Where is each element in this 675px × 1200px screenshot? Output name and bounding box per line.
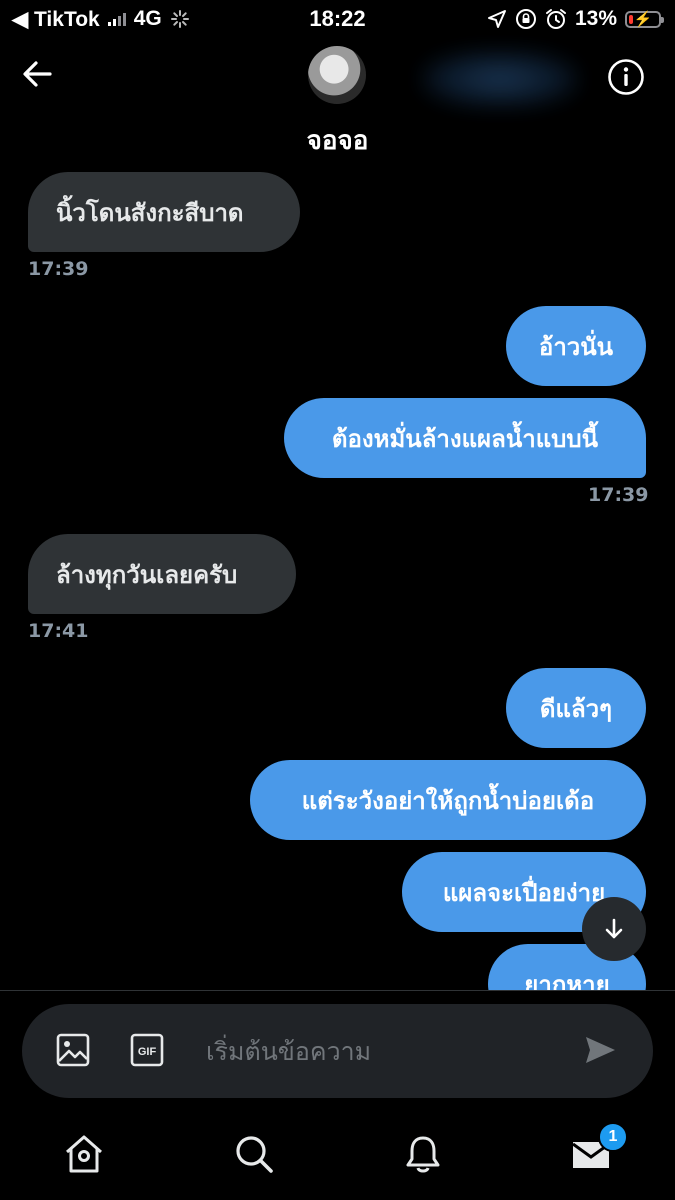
location-arrow-icon	[487, 10, 506, 28]
notifications-bell-icon[interactable]	[401, 1132, 445, 1176]
message-text: นิ้วโดนสังกะสีบาด	[56, 198, 244, 227]
message-text: ดีแล้วๆ	[539, 694, 613, 723]
alarm-icon	[545, 9, 566, 29]
status-right: 13% ⚡	[487, 7, 664, 31]
message-text: ต้องหมั่นล้างแผลน้ำแบบนี้	[331, 424, 599, 453]
back-to-app-link[interactable]: ◀ TikTok	[12, 7, 100, 32]
gif-icon[interactable]: GIF	[128, 1031, 166, 1069]
message-bubble-outgoing[interactable]: แต่ระวังอย่าให้ถูกน้ำบ่อยเด้อ	[250, 760, 646, 840]
cellular-signal-icon	[107, 12, 126, 26]
message-timestamp: 17:39	[28, 258, 89, 280]
status-bar: ◀ TikTok 4G 18:22 13% ⚡	[0, 0, 675, 38]
scroll-to-bottom-button[interactable]	[582, 897, 646, 961]
messages-unread-badge: 1	[598, 1122, 628, 1152]
bottom-navigation: 1	[0, 1108, 675, 1200]
battery-percent: 13%	[574, 7, 617, 30]
message-bubble-outgoing[interactable]: ต้องหมั่นล้างแผลน้ำแบบนี้	[284, 398, 646, 478]
message-timestamp: 17:41	[28, 620, 89, 642]
message-text: แต่ระวังอย่าให้ถูกน้ำบ่อยเด้อ	[301, 786, 595, 815]
loading-spinner-icon	[170, 10, 189, 28]
search-icon[interactable]	[232, 1132, 276, 1176]
composer-divider	[0, 990, 675, 991]
message-list[interactable]: นิ้วโดนสังกะสีบาด 17:39 อ้าวนั่น ต้องหมั…	[0, 162, 675, 990]
message-text: ยากหาย	[524, 970, 610, 991]
home-icon[interactable]	[62, 1132, 106, 1176]
message-bubble-incoming[interactable]: นิ้วโดนสังกะสีบาด	[28, 172, 300, 252]
arrow-down-icon	[605, 918, 623, 939]
message-bubble-outgoing[interactable]: ดีแล้วๆ	[506, 668, 646, 748]
battery-icon: ⚡	[625, 10, 664, 28]
message-composer: GIF	[22, 1004, 653, 1098]
charging-bolt-icon: ⚡	[633, 10, 653, 28]
back-arrow-icon[interactable]	[18, 54, 58, 94]
message-bubble-outgoing[interactable]: อ้าวนั่น	[506, 306, 646, 386]
gif-label: GIF	[138, 1046, 157, 1058]
message-text: แผลจะเปื่อยง่าย	[442, 878, 606, 907]
message-input[interactable]	[206, 1024, 566, 1078]
conversation-header: จอจอ	[0, 38, 675, 162]
image-icon[interactable]	[54, 1031, 92, 1069]
blurred-region	[420, 50, 580, 108]
info-icon[interactable]	[607, 58, 645, 96]
message-bubble-incoming[interactable]: ล้างทุกวันเลยครับ	[28, 534, 296, 614]
contact-name[interactable]: จอจอ	[0, 120, 675, 161]
message-text: ล้างทุกวันเลยครับ	[56, 560, 238, 589]
network-type: 4G	[133, 7, 162, 30]
status-time: 18:22	[309, 6, 366, 31]
orientation-lock-icon	[515, 9, 536, 29]
contact-avatar[interactable]	[308, 46, 366, 104]
send-icon[interactable]	[582, 1032, 618, 1068]
message-text: อ้าวนั่น	[538, 332, 614, 361]
message-timestamp: 17:39	[588, 484, 649, 506]
status-left: ◀ TikTok 4G	[12, 7, 190, 32]
dm-conversation-screen: ◀ TikTok 4G 18:22 13% ⚡ จอจอ นิ้วโดนสังก…	[0, 0, 675, 1200]
